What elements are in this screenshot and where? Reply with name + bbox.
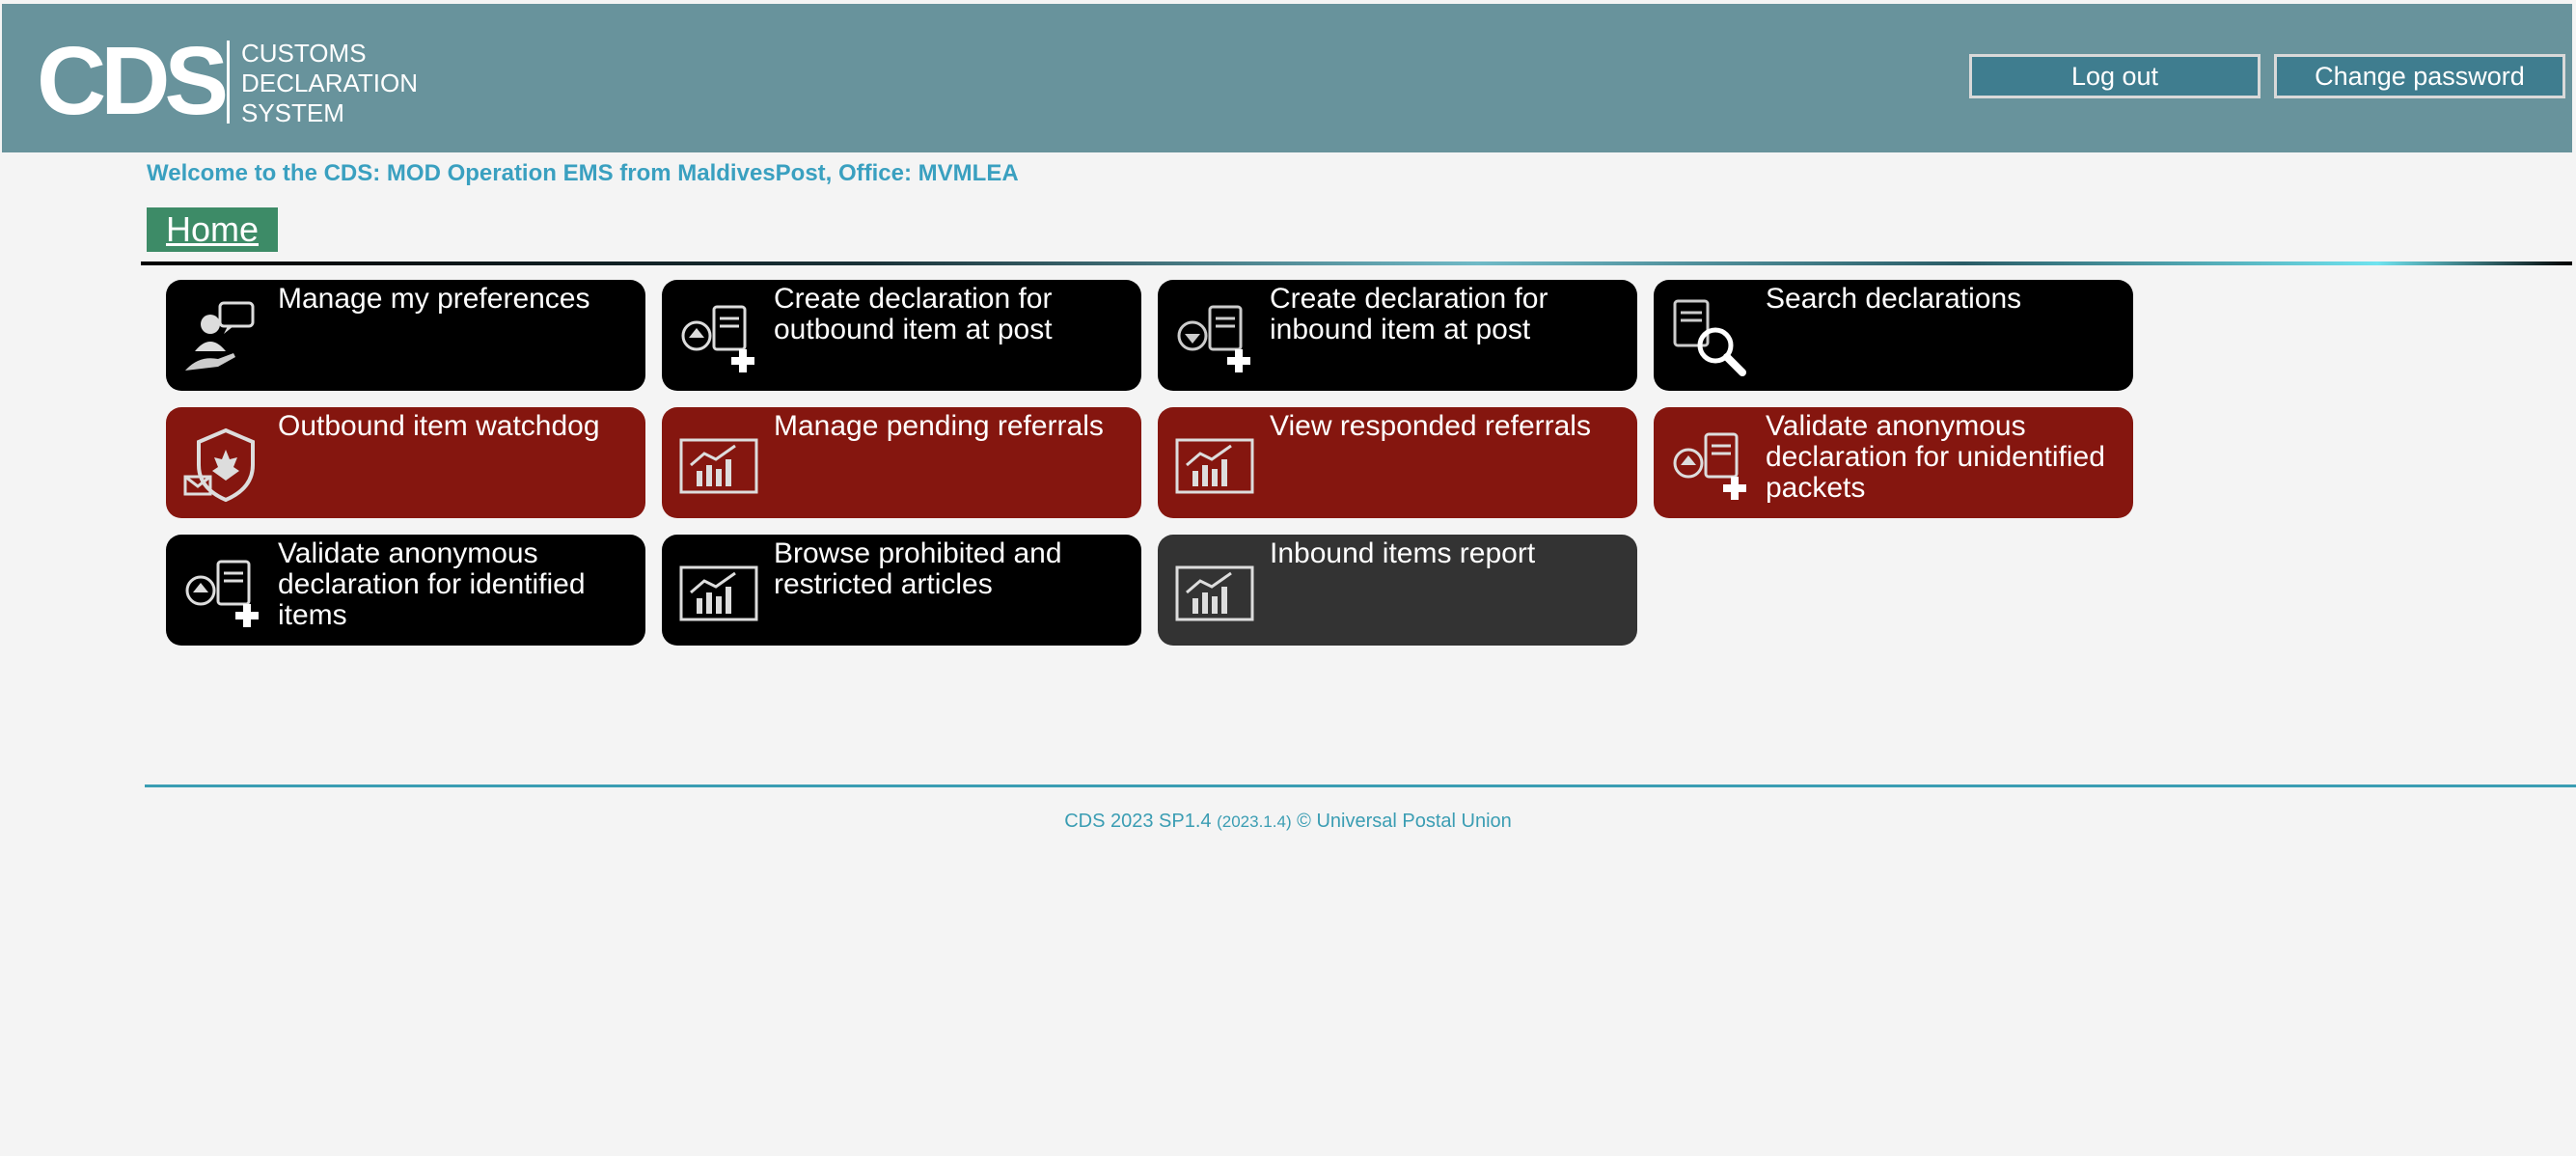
chart-report-icon	[1175, 565, 1254, 621]
tile-create-outbound-declaration[interactable]: Create declaration for outbound item at …	[662, 280, 1141, 391]
tile-label: Create declaration for outbound item at …	[774, 283, 1053, 345]
tile-label: Validate anonymous declaration for unide…	[1766, 410, 2105, 504]
welcome-message: Welcome to the CDS: MOD Operation EMS fr…	[147, 160, 1019, 186]
app-header: CDS CUSTOMS DECLARATION SYSTEM Log out C…	[2, 4, 2572, 152]
outbound-declaration-icon	[185, 560, 259, 627]
chart-report-icon	[679, 438, 758, 494]
logo-line: SYSTEM	[241, 98, 344, 127]
tile-manage-preferences[interactable]: Manage my preferences	[166, 280, 645, 391]
tile-label: Validate anonymous declaration for ident…	[278, 537, 586, 631]
watchdog-shield-icon	[183, 427, 255, 503]
tile-label: Create declaration for inbound item at p…	[1270, 283, 1548, 345]
home-tab[interactable]: Home	[147, 207, 278, 252]
tile-validate-identified-items[interactable]: Validate anonymous declaration for ident…	[166, 535, 645, 646]
chart-report-icon	[1175, 438, 1254, 494]
tile-create-inbound-declaration[interactable]: Create declaration for inbound item at p…	[1158, 280, 1637, 391]
logo-caption: CUSTOMS DECLARATION SYSTEM	[241, 39, 418, 128]
tile-inbound-items-report[interactable]: Inbound items report	[1158, 535, 1637, 646]
tile-browse-prohibited-articles[interactable]: Browse prohibited and restricted article…	[662, 535, 1141, 646]
footer-copyright: © Universal Postal Union	[1297, 811, 1512, 832]
tile-view-responded-referrals[interactable]: View responded referrals	[1158, 407, 1637, 518]
tile-label: Browse prohibited and restricted article…	[774, 537, 1062, 600]
footer-version: CDS 2023 SP1.4	[1064, 811, 1212, 832]
tile-manage-pending-referrals[interactable]: Manage pending referrals	[662, 407, 1141, 518]
tile-label: Manage pending referrals	[774, 410, 1104, 442]
logo-line: CUSTOMS	[241, 39, 367, 68]
header-divider	[141, 261, 2572, 265]
logo-line: DECLARATION	[241, 69, 418, 97]
footer-divider	[145, 784, 2576, 787]
logout-button[interactable]: Log out	[1969, 54, 2261, 98]
logo-divider	[227, 41, 230, 124]
inbound-declaration-icon	[1177, 305, 1250, 372]
change-password-button[interactable]: Change password	[2274, 54, 2565, 98]
tile-label: View responded referrals	[1270, 410, 1591, 442]
tile-outbound-watchdog[interactable]: Outbound item watchdog	[166, 407, 645, 518]
outbound-declaration-icon	[1673, 432, 1746, 500]
footer-build: (2023.1.4)	[1217, 812, 1292, 831]
footer: CDS 2023 SP1.4 (2023.1.4) © Universal Po…	[0, 811, 2576, 833]
tile-label: Inbound items report	[1270, 537, 1536, 569]
search-declarations-icon	[1673, 299, 1746, 376]
user-preferences-icon	[185, 301, 255, 371]
tile-label: Manage my preferences	[278, 283, 590, 315]
tile-validate-unidentified-packets[interactable]: Validate anonymous declaration for unide…	[1654, 407, 2133, 518]
outbound-declaration-icon	[681, 305, 754, 372]
tile-search-declarations[interactable]: Search declarations	[1654, 280, 2133, 391]
cds-logo: CDS	[37, 27, 229, 135]
chart-report-icon	[679, 565, 758, 621]
tile-label: Outbound item watchdog	[278, 410, 600, 442]
tile-label: Search declarations	[1766, 283, 2022, 315]
